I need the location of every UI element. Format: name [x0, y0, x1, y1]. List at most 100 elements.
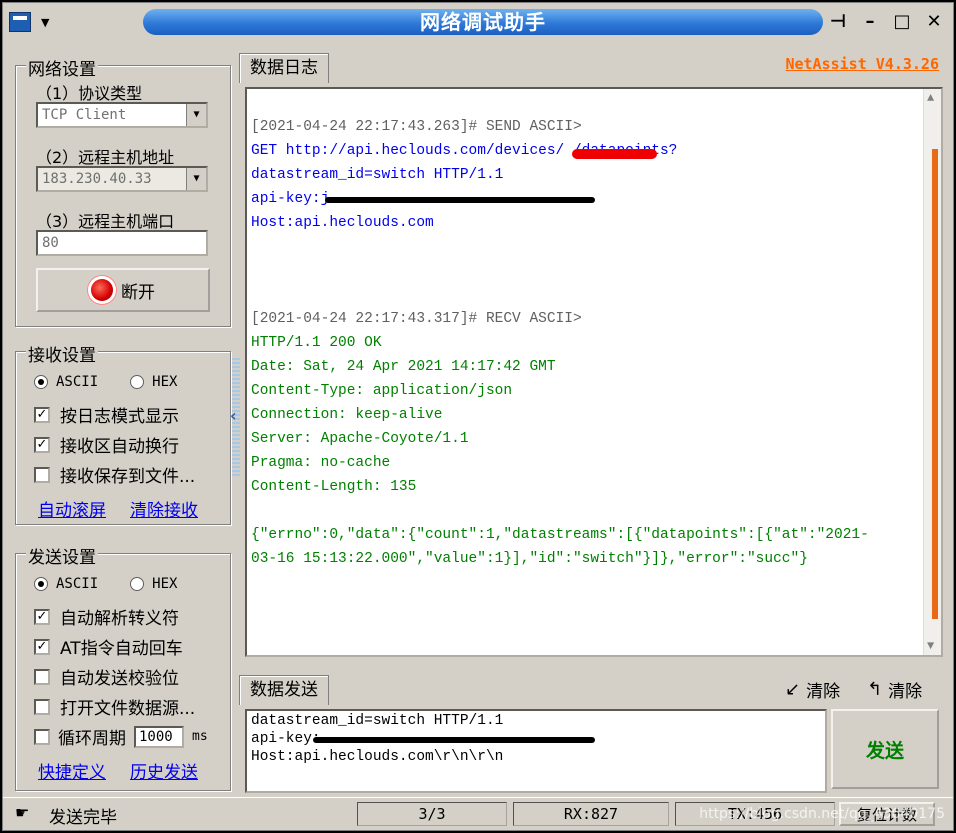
clear-arrow-icon: ↙: [785, 679, 801, 700]
receive-settings-group: 接收设置 ASCII HEX ✓ 按日志模式显示 ✓ 接收区自动换行 接收保存到…: [15, 341, 231, 525]
auto-checksum-checkbox[interactable]: 自动发送校验位: [34, 664, 179, 689]
title-bar: ▼ 网络调试助手 ⊣ – □ ✕: [3, 3, 953, 41]
checkbox-unchecked[interactable]: [34, 698, 50, 715]
scroll-up-icon[interactable]: ▲: [927, 91, 934, 105]
log-line: 03-16 15:13:22.000","value":1}],"id":"sw…: [251, 551, 808, 567]
disconnect-label: 断开: [121, 282, 155, 303]
log-line: api-key:j: [251, 191, 330, 207]
log-line: Content-Length: 135: [251, 479, 417, 495]
log-scrollbar[interactable]: ▲ ▼: [923, 89, 941, 655]
frame-count: 3/3: [357, 802, 507, 826]
app-icon[interactable]: [9, 12, 31, 32]
send-input[interactable]: datastream_id=switch HTTP/1.1 api-key: H…: [245, 709, 827, 793]
chevron-down-icon[interactable]: ▼: [186, 168, 206, 190]
rx-count: RX:827: [513, 802, 669, 826]
status-bar: ☛ 发送完毕 3/3 RX:827 TX:456 复位计数 https://bl…: [3, 797, 953, 829]
window-title: 网络调试助手: [143, 9, 823, 35]
clear-receive-link[interactable]: 清除接收: [130, 496, 198, 521]
close-button[interactable]: ✕: [923, 11, 945, 32]
clear-send-button-2[interactable]: ↰ 清除: [867, 677, 922, 702]
port-input[interactable]: 80: [36, 230, 208, 256]
tab-data-log[interactable]: 数据日志: [239, 53, 329, 83]
send-line: api-key:: [251, 731, 321, 747]
minimize-button[interactable]: –: [859, 11, 881, 32]
log-line: Date: Sat, 24 Apr 2021 14:17:42 GMT: [251, 359, 556, 375]
scroll-down-icon[interactable]: ▼: [927, 639, 934, 653]
log-line: Server: Apache-Coyote/1.1: [251, 431, 469, 447]
log-line: {"errno":0,"data":{"count":1,"datastream…: [251, 527, 869, 543]
port-label: （3）远程主机端口: [36, 212, 175, 231]
maximize-button[interactable]: □: [891, 11, 913, 32]
receive-format-radios: ASCII HEX: [34, 374, 177, 390]
log-area[interactable]: [2021-04-24 22:17:43.263]# SEND ASCII> G…: [245, 87, 943, 657]
log-line: Connection: keep-alive: [251, 407, 443, 423]
send-button[interactable]: 发送: [831, 709, 939, 789]
cycle-period-input[interactable]: 1000: [134, 725, 184, 748]
left-panel: 网络设置 （1）协议类型 TCP Client ▼ （2）远程主机地址 183.…: [3, 43, 235, 793]
redaction-mark: [313, 737, 595, 743]
cycle-checkbox[interactable]: 循环周期 1000 ms: [34, 724, 208, 749]
redaction-mark: [325, 197, 595, 203]
send-format-radios: ASCII HEX: [34, 576, 177, 592]
send-line: Host:api.heclouds.com\r\n\r\n: [251, 749, 504, 765]
at-auto-enter-checkbox[interactable]: ✓ AT指令自动回车: [34, 634, 183, 659]
checkbox-checked[interactable]: ✓: [34, 638, 50, 655]
log-recv-header: [2021-04-24 22:17:43.317]# RECV ASCII>: [251, 311, 582, 327]
protocol-label: （1）协议类型: [36, 84, 143, 103]
auto-wrap-checkbox[interactable]: ✓ 接收区自动换行: [34, 432, 179, 457]
host-select[interactable]: 183.230.40.33 ▼: [36, 166, 208, 192]
dropdown-arrow-icon[interactable]: ▼: [41, 16, 49, 29]
receive-ascii-radio[interactable]: ASCII: [34, 374, 98, 390]
redaction-mark: [572, 149, 657, 159]
cycle-unit: ms: [192, 729, 208, 744]
send-settings-group: 发送设置 ASCII HEX ✓ 自动解析转义符 ✓ AT指令自动回车 自动发送…: [15, 543, 231, 791]
log-mode-checkbox[interactable]: ✓ 按日志模式显示: [34, 402, 179, 427]
tab-data-send[interactable]: 数据发送: [239, 675, 329, 705]
host-label: （2）远程主机地址: [36, 148, 175, 167]
save-to-file-checkbox[interactable]: 接收保存到文件...: [34, 462, 195, 487]
collapse-chevron-icon[interactable]: ‹: [230, 406, 237, 425]
scroll-thumb[interactable]: [932, 149, 938, 619]
panel-splitter[interactable]: ‹: [230, 358, 240, 478]
clear-send-button-1[interactable]: ↙ 清除: [785, 677, 840, 702]
checkbox-unchecked[interactable]: [34, 668, 50, 685]
history-link[interactable]: 历史发送: [130, 758, 198, 783]
checkbox-checked[interactable]: ✓: [34, 436, 50, 453]
group-title: 网络设置: [26, 55, 98, 80]
group-title: 发送设置: [26, 543, 98, 568]
send-ascii-radio[interactable]: ASCII: [34, 576, 98, 592]
parse-escape-checkbox[interactable]: ✓ 自动解析转义符: [34, 604, 179, 629]
auto-scroll-link[interactable]: 自动滚屏: [38, 496, 106, 521]
version-link[interactable]: NetAssist V4.3.26: [785, 55, 939, 73]
log-line: Host:api.heclouds.com: [251, 215, 434, 231]
file-source-checkbox[interactable]: 打开文件数据源...: [34, 694, 195, 719]
main-window: ▼ 网络调试助手 ⊣ – □ ✕ 网络设置 （1）协议类型 TCP Client…: [2, 2, 954, 831]
disconnect-button[interactable]: 断开: [36, 268, 210, 312]
protocol-select[interactable]: TCP Client ▼: [36, 102, 208, 128]
status-icon: ☛: [15, 803, 30, 822]
checkbox-checked[interactable]: ✓: [34, 608, 50, 625]
chevron-down-icon[interactable]: ▼: [186, 104, 206, 126]
protocol-value: TCP Client: [42, 107, 127, 123]
pin-icon[interactable]: ⊣: [827, 11, 849, 32]
log-line: Pragma: no-cache: [251, 455, 391, 471]
checkbox-unchecked[interactable]: [34, 466, 50, 483]
log-send-header: [2021-04-24 22:17:43.263]# SEND ASCII>: [251, 119, 582, 135]
log-line: HTTP/1.1 200 OK: [251, 335, 382, 351]
shortcut-link[interactable]: 快捷定义: [38, 758, 106, 783]
send-line: datastream_id=switch HTTP/1.1: [251, 713, 504, 729]
connection-led-icon: [91, 279, 113, 301]
watermark: https://blog.csdn.net/qq_43640175: [699, 806, 945, 822]
group-title: 接收设置: [26, 341, 98, 366]
window-controls: ⊣ – □ ✕: [827, 11, 945, 32]
checkbox-checked[interactable]: ✓: [34, 406, 50, 423]
send-hex-radio[interactable]: HEX: [130, 576, 177, 592]
status-message: 发送完毕: [49, 808, 117, 828]
log-line: datastream_id=switch HTTP/1.1: [251, 167, 504, 183]
checkbox-unchecked[interactable]: [34, 728, 50, 745]
receive-hex-radio[interactable]: HEX: [130, 374, 177, 390]
clear-up-icon: ↰: [867, 679, 883, 700]
host-value: 183.230.40.33: [42, 171, 152, 187]
system-menu[interactable]: ▼: [9, 9, 79, 35]
log-line: Content-Type: application/json: [251, 383, 513, 399]
